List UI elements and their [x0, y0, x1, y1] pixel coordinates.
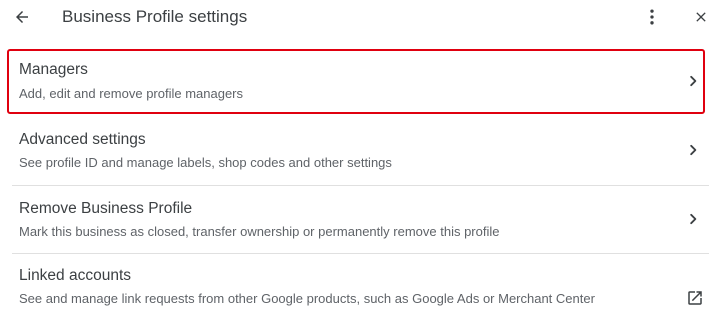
close-icon	[696, 12, 706, 22]
settings-item-remove-profile[interactable]: Remove Business Profile Mark this busine…	[0, 186, 709, 252]
header-bar: Business Profile settings	[0, 0, 709, 38]
chevron-right-icon	[690, 213, 697, 225]
item-description: Add, edit and remove profile managers	[19, 86, 244, 101]
item-chevron	[682, 70, 704, 92]
item-chevron	[682, 208, 704, 230]
item-title: Remove Business Profile	[19, 200, 193, 217]
more-options-button[interactable]	[638, 3, 666, 31]
chevron-right-icon	[690, 144, 697, 156]
arrow-back-icon	[16, 11, 28, 23]
chevron-right-icon	[690, 75, 697, 87]
item-description: See and manage link requests from other …	[19, 291, 595, 306]
more-vert-icon	[650, 9, 654, 25]
item-description: See profile ID and manage labels, shop c…	[19, 155, 392, 170]
item-title: Advanced settings	[19, 131, 146, 148]
close-button[interactable]	[690, 3, 709, 31]
page-title: Business Profile settings	[62, 7, 248, 26]
open-in-new-icon	[688, 291, 702, 305]
settings-item-linked-accounts[interactable]: Linked accounts See and manage link requ…	[0, 254, 709, 329]
back-button[interactable]	[8, 3, 36, 31]
item-chevron	[682, 139, 704, 161]
settings-item-managers[interactable]: Managers Add, edit and remove profile ma…	[0, 50, 709, 114]
item-external-link	[684, 287, 706, 309]
item-title: Linked accounts	[19, 267, 132, 284]
item-description: Mark this business as closed, transfer o…	[19, 224, 500, 239]
settings-item-advanced[interactable]: Advanced settings See profile ID and man…	[0, 120, 709, 184]
item-title: Managers	[19, 61, 88, 78]
